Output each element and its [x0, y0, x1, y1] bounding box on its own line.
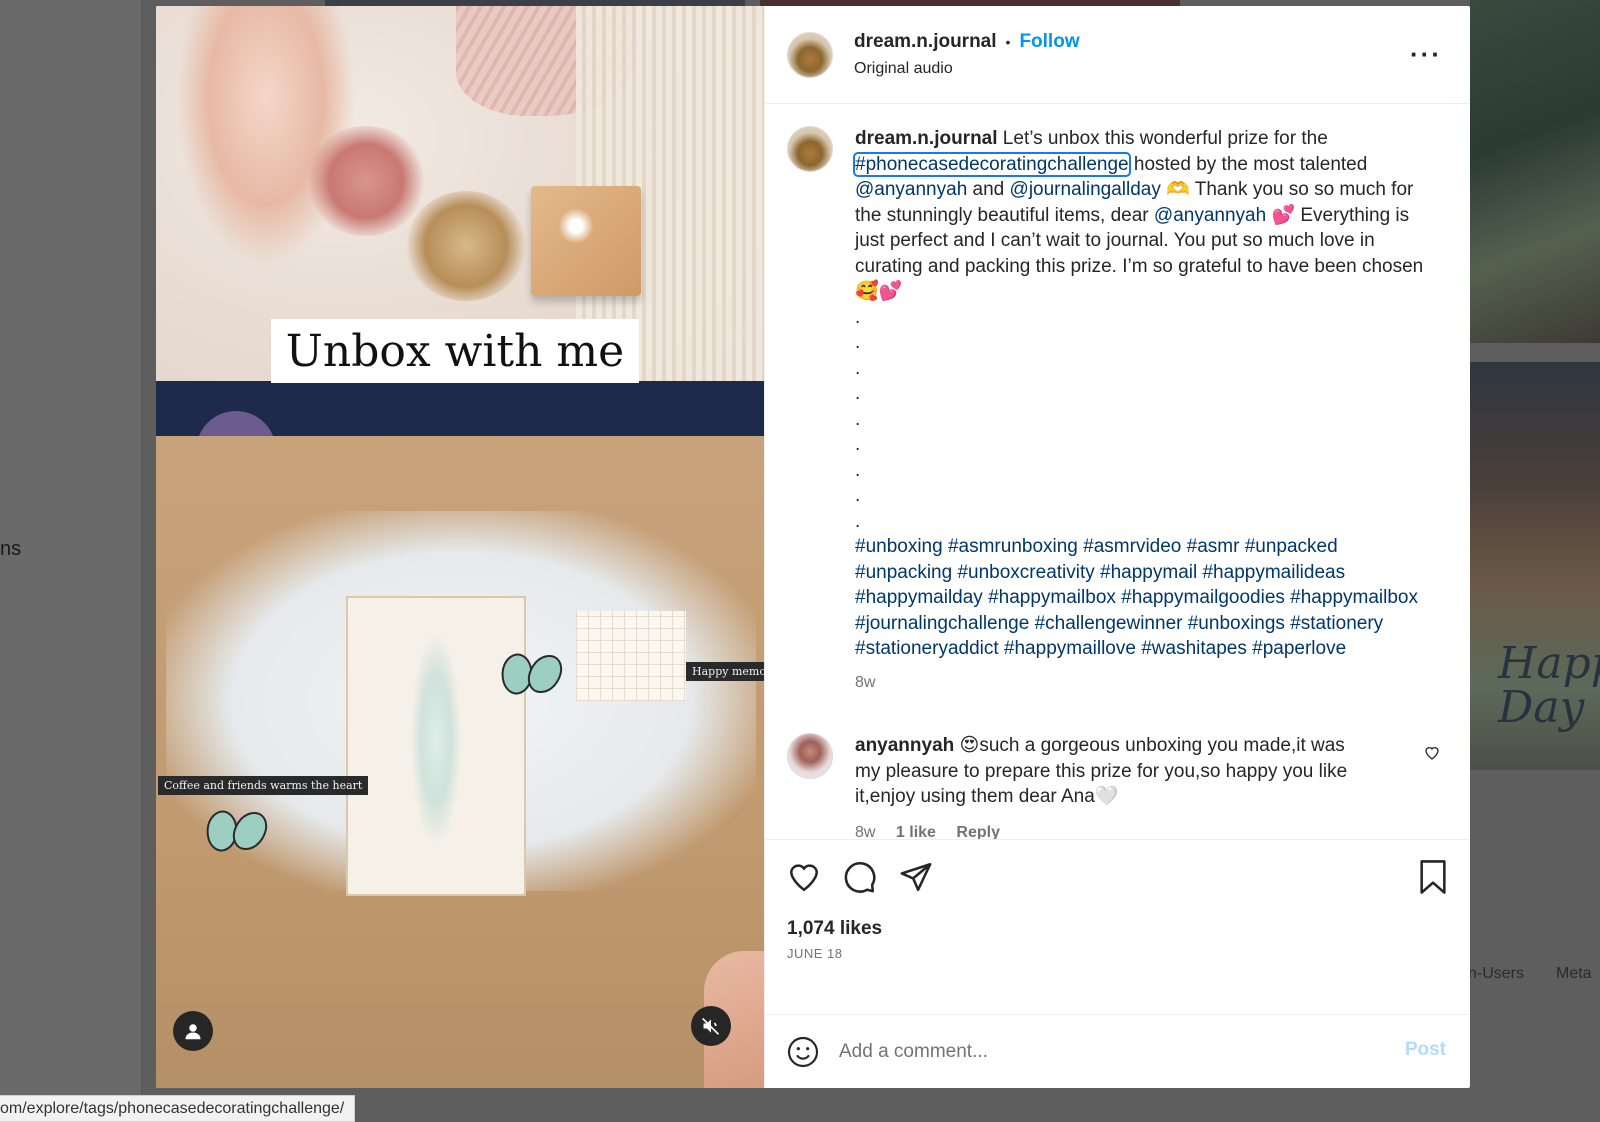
mention-link[interactable]: @anyannyah [855, 179, 967, 200]
caption-dot: . [855, 306, 861, 328]
mute-button[interactable] [691, 1006, 731, 1046]
video-scene-flower [306, 126, 426, 236]
caption-dot: . [855, 510, 861, 532]
heart-icon[interactable] [1424, 745, 1440, 761]
caption-dot: . [855, 357, 861, 379]
caption-username[interactable]: dream.n.journal [855, 128, 998, 149]
sticker-label: Coffee and friends warms the heart [158, 776, 369, 795]
background-sidebar [0, 0, 142, 1122]
caption-dot: . [855, 383, 861, 404]
add-comment-bar: Post [765, 1014, 1470, 1088]
avatar[interactable] [787, 31, 833, 78]
comment-timestamp[interactable]: 8w [855, 824, 875, 840]
post-header: dream.n.journal • Follow Original audio … [765, 6, 1470, 104]
tagged-user-button[interactable] [173, 1011, 213, 1051]
bookmark-icon[interactable] [1418, 860, 1448, 894]
post-video[interactable]: Coffee and friends warms the heart Happy… [156, 6, 764, 1088]
butterfly-sticker [206, 811, 266, 851]
video-overlay-title: Unbox with me [271, 319, 639, 383]
avatar[interactable] [787, 733, 833, 779]
video-scene-stamp [531, 186, 641, 296]
heart-icon[interactable] [787, 860, 821, 894]
caption-timestamp[interactable]: 8w [855, 670, 1427, 696]
caption-dot: . [855, 332, 861, 353]
caption-dot: . [855, 408, 861, 430]
author-username[interactable]: dream.n.journal [854, 31, 997, 53]
background-post-tile[interactable] [1470, 0, 1600, 343]
post-actions: 1,074 likes JUNE 18 [765, 839, 1470, 1014]
status-bar-url: om/explore/tags/phonecasedecoratingchall… [0, 1095, 356, 1122]
post-details-pane: dream.n.journal • Follow Original audio … [764, 6, 1470, 1088]
comment-item: anyannyah 😍such a gorgeous unboxing you … [787, 733, 1448, 839]
footer-link-non-users[interactable]: n-Users [1468, 965, 1524, 983]
comment-likes[interactable]: 1 like [896, 824, 936, 840]
follow-button[interactable]: Follow [1019, 31, 1079, 53]
caption: dream.n.journal Let’s unbox this wonderf… [787, 126, 1448, 695]
video-scene-ballerina [406, 636, 466, 866]
video-scene-grid-paper [576, 611, 686, 701]
audio-label[interactable]: Original audio [854, 60, 1080, 78]
emoji-icon[interactable] [787, 1036, 819, 1068]
background-tile-text: Happy Day [1498, 638, 1600, 733]
mention-link[interactable]: @journalingallday [1010, 179, 1161, 200]
footer-link-meta[interactable]: Meta [1556, 965, 1592, 983]
comment-icon[interactable] [843, 860, 877, 894]
speaker-muted-icon [702, 1017, 720, 1035]
post-modal: Coffee and friends warms the heart Happy… [156, 6, 1470, 1088]
likes-count[interactable]: 1,074 likes [787, 918, 882, 940]
caption-text: Let’s unbox this wonderful prize for the [997, 128, 1328, 149]
separator-dot: • [1005, 34, 1011, 50]
post-comment-button[interactable]: Post [1405, 1039, 1446, 1061]
hashtag-list[interactable]: #unboxing #asmrunboxing #asmrvideo #asmr… [855, 534, 1427, 662]
butterfly-sticker [501, 654, 561, 694]
background-nav-label: ns [0, 538, 22, 560]
video-scene-flower [406, 191, 526, 301]
reply-button[interactable]: Reply [956, 824, 1000, 840]
caption-dot: . [855, 485, 861, 506]
user-icon [185, 1024, 201, 1040]
caption-dot: . [855, 434, 861, 455]
more-options-icon[interactable]: ··· [1410, 41, 1442, 67]
caption-text: hosted by the most talented [1128, 153, 1368, 175]
share-icon[interactable] [899, 860, 933, 894]
sticker-label: Happy memo [686, 662, 764, 681]
caption-dot: . [855, 459, 861, 481]
comment-input[interactable] [839, 1040, 1339, 1063]
comments-section[interactable]: dream.n.journal Let’s unbox this wonderf… [765, 104, 1470, 839]
comment-username[interactable]: anyannyah [855, 735, 954, 756]
caption-text: and [967, 179, 1010, 200]
hashtag-link[interactable]: #phonecasedecoratingchallenge [853, 151, 1131, 177]
post-date[interactable]: JUNE 18 [787, 946, 843, 961]
background-post-tile[interactable]: Happy Day [1470, 362, 1600, 770]
mention-link[interactable]: @anyannyah [1154, 205, 1266, 226]
avatar[interactable] [787, 126, 833, 172]
